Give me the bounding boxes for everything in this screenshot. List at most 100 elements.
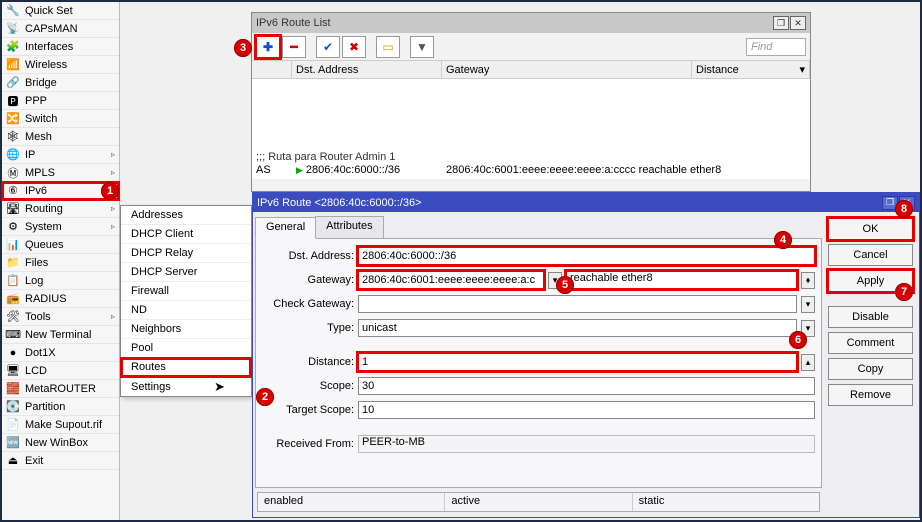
sidebar-item-exit[interactable]: ⏏Exit: [2, 452, 119, 470]
sidebar-item-tools[interactable]: 🛠 Tools ▹: [2, 308, 119, 326]
submenu-item-routes[interactable]: Routes: [121, 358, 251, 377]
chevron-down-icon[interactable]: ▾: [801, 296, 815, 313]
submenu-item-dhcpclient[interactable]: DHCP Client: [121, 225, 251, 244]
col-label: Distance: [696, 64, 739, 76]
sidebar-item-dot1x[interactable]: ●Dot1X: [2, 344, 119, 362]
gear-icon: ⚙: [6, 220, 20, 234]
sidebar-item-label: Tools: [25, 311, 51, 323]
remove-button[interactable]: Remove: [828, 384, 913, 406]
ok-button[interactable]: OK: [828, 218, 913, 240]
comment-button[interactable]: Comment: [828, 332, 913, 354]
sidebar-item-routing[interactable]: 🛣Routing▹: [2, 200, 119, 218]
sidebar-item-bridge[interactable]: 🔗Bridge: [2, 74, 119, 92]
window-title-bar[interactable]: IPv6 Route <2806:40c:6000::/36> ❐ ✕: [253, 193, 919, 212]
comment-button[interactable]: ▭: [376, 36, 400, 58]
row-scope: Scope:: [262, 377, 815, 395]
partition-icon: 💽: [6, 400, 20, 414]
col-gateway[interactable]: Gateway: [442, 61, 692, 78]
sidebar-item-quickset[interactable]: 🔧Quick Set: [2, 2, 119, 20]
submenu-item-pool[interactable]: Pool: [121, 339, 251, 358]
sidebar-item-queues[interactable]: 📊Queues: [2, 236, 119, 254]
terminal-icon: ⌨: [6, 328, 20, 342]
tab-label: General: [266, 221, 305, 233]
log-icon: 📋: [6, 274, 20, 288]
sidebar-item-switch[interactable]: 🔀Switch: [2, 110, 119, 128]
metarouter-icon: 🧱: [6, 382, 20, 396]
find-input[interactable]: Find: [746, 38, 806, 56]
distance-input[interactable]: [358, 353, 797, 371]
submenu-item-dhcprelay[interactable]: DHCP Relay: [121, 244, 251, 263]
sidebar-item-terminal[interactable]: ⌨ New Terminal: [2, 326, 119, 344]
check-gateway-input[interactable]: [358, 295, 797, 313]
window-title-bar[interactable]: IPv6 Route List ❐ ✕: [252, 13, 810, 33]
sidebar-item-system[interactable]: ⚙System▹: [2, 218, 119, 236]
tab-general[interactable]: General: [255, 217, 316, 239]
submenu-item-neighbors[interactable]: Neighbors: [121, 320, 251, 339]
sidebar-item-label: PPP: [25, 95, 47, 107]
label-distance: Distance:: [262, 356, 354, 368]
add-button[interactable]: ✚: [256, 36, 280, 58]
gateway-input[interactable]: [358, 271, 544, 289]
dst-input[interactable]: [358, 247, 815, 265]
copy-button[interactable]: Copy: [828, 358, 913, 380]
disable-button[interactable]: Disable: [828, 306, 913, 328]
sidebar-item-lcd[interactable]: 🖥LCD: [2, 362, 119, 380]
sidebar-item-mpls[interactable]: ⓂMPLS▹: [2, 164, 119, 182]
sidebar-item-radius[interactable]: 📻RADIUS: [2, 290, 119, 308]
sidebar-item-label: New Terminal: [25, 329, 91, 341]
type-input[interactable]: [358, 319, 797, 337]
submenu-label: DHCP Relay: [131, 247, 193, 259]
target-scope-input[interactable]: [358, 401, 815, 419]
sidebar-item-capsman[interactable]: 📡CAPsMAN: [2, 20, 119, 38]
sidebar-item-ip[interactable]: 🌐IP▹: [2, 146, 119, 164]
label-dst: Dst. Address:: [262, 250, 354, 262]
sidebar-item-files[interactable]: 📁Files: [2, 254, 119, 272]
submenu-item-firewall[interactable]: Firewall: [121, 282, 251, 301]
tab-attributes[interactable]: Attributes: [315, 216, 383, 238]
sidebar-item-newwinbox[interactable]: 🆕New WinBox: [2, 434, 119, 452]
sidebar-item-label: New WinBox: [25, 437, 88, 449]
radius-icon: 📻: [6, 292, 20, 306]
table-body[interactable]: ;;; Ruta para Router Admin 1 AS ▶2806:40…: [252, 79, 810, 179]
text: PEER-to-MB: [362, 436, 425, 448]
cell-text: 2806:40c:6000::/36: [306, 164, 400, 176]
col-flag[interactable]: [252, 61, 292, 78]
submenu-item-nd[interactable]: ND: [121, 301, 251, 320]
toolbar: ✚ ━ ✔ ✖ ▭ ▼ Find: [252, 33, 810, 61]
col-dst[interactable]: Dst. Address: [292, 61, 442, 78]
sidebar-item-metarouter[interactable]: 🧱MetaROUTER: [2, 380, 119, 398]
row-comment: ;;; Ruta para Router Admin 1: [252, 151, 399, 163]
cancel-button[interactable]: Cancel: [828, 244, 913, 266]
scope-input[interactable]: [358, 377, 815, 395]
sidebar-item-log[interactable]: 📋Log: [2, 272, 119, 290]
sidebar-item-mesh[interactable]: 🕸Mesh: [2, 128, 119, 146]
status-enabled: enabled: [258, 493, 445, 511]
window-restore-icon[interactable]: ❐: [773, 16, 789, 30]
close-icon[interactable]: ✕: [790, 16, 806, 30]
sidebar-item-supout[interactable]: 📄Make Supout.rif: [2, 416, 119, 434]
switch-icon: 🔀: [6, 112, 20, 126]
chevron-right-icon: ▹: [111, 312, 115, 321]
submenu-label: Firewall: [131, 285, 169, 297]
sidebar-item-label: IP: [25, 149, 35, 161]
sidebar-item-wireless[interactable]: 📶Wireless: [2, 56, 119, 74]
submenu-item-settings[interactable]: Settings: [121, 377, 251, 396]
chevron-up-icon[interactable]: ▴: [801, 354, 815, 371]
submenu-item-dhcpserver[interactable]: DHCP Server: [121, 263, 251, 282]
disable-button[interactable]: ✖: [342, 36, 366, 58]
remove-button[interactable]: ━: [282, 36, 306, 58]
sidebar-item-interfaces[interactable]: 🧩Interfaces: [2, 38, 119, 56]
filter-button[interactable]: ▼: [410, 36, 434, 58]
table-row[interactable]: AS ▶2806:40c:6000::/36 2806:40c:6001:eee…: [252, 164, 810, 179]
side-buttons: OK Cancel Apply Disable Comment Copy Rem…: [824, 212, 919, 517]
stepper-icon[interactable]: ♦: [801, 272, 815, 289]
tools-icon: 🛠: [6, 310, 20, 324]
submenu-item-addresses[interactable]: Addresses: [121, 206, 251, 225]
enable-button[interactable]: ✔: [316, 36, 340, 58]
col-distance[interactable]: Distance▾: [692, 61, 810, 78]
sidebar-item-partition[interactable]: 💽Partition: [2, 398, 119, 416]
ip-icon: 🌐: [6, 148, 20, 162]
sidebar-item-label: Mesh: [25, 131, 52, 143]
sidebar-item-ppp[interactable]: 🅿PPP: [2, 92, 119, 110]
antenna-icon: 📡: [6, 22, 20, 36]
